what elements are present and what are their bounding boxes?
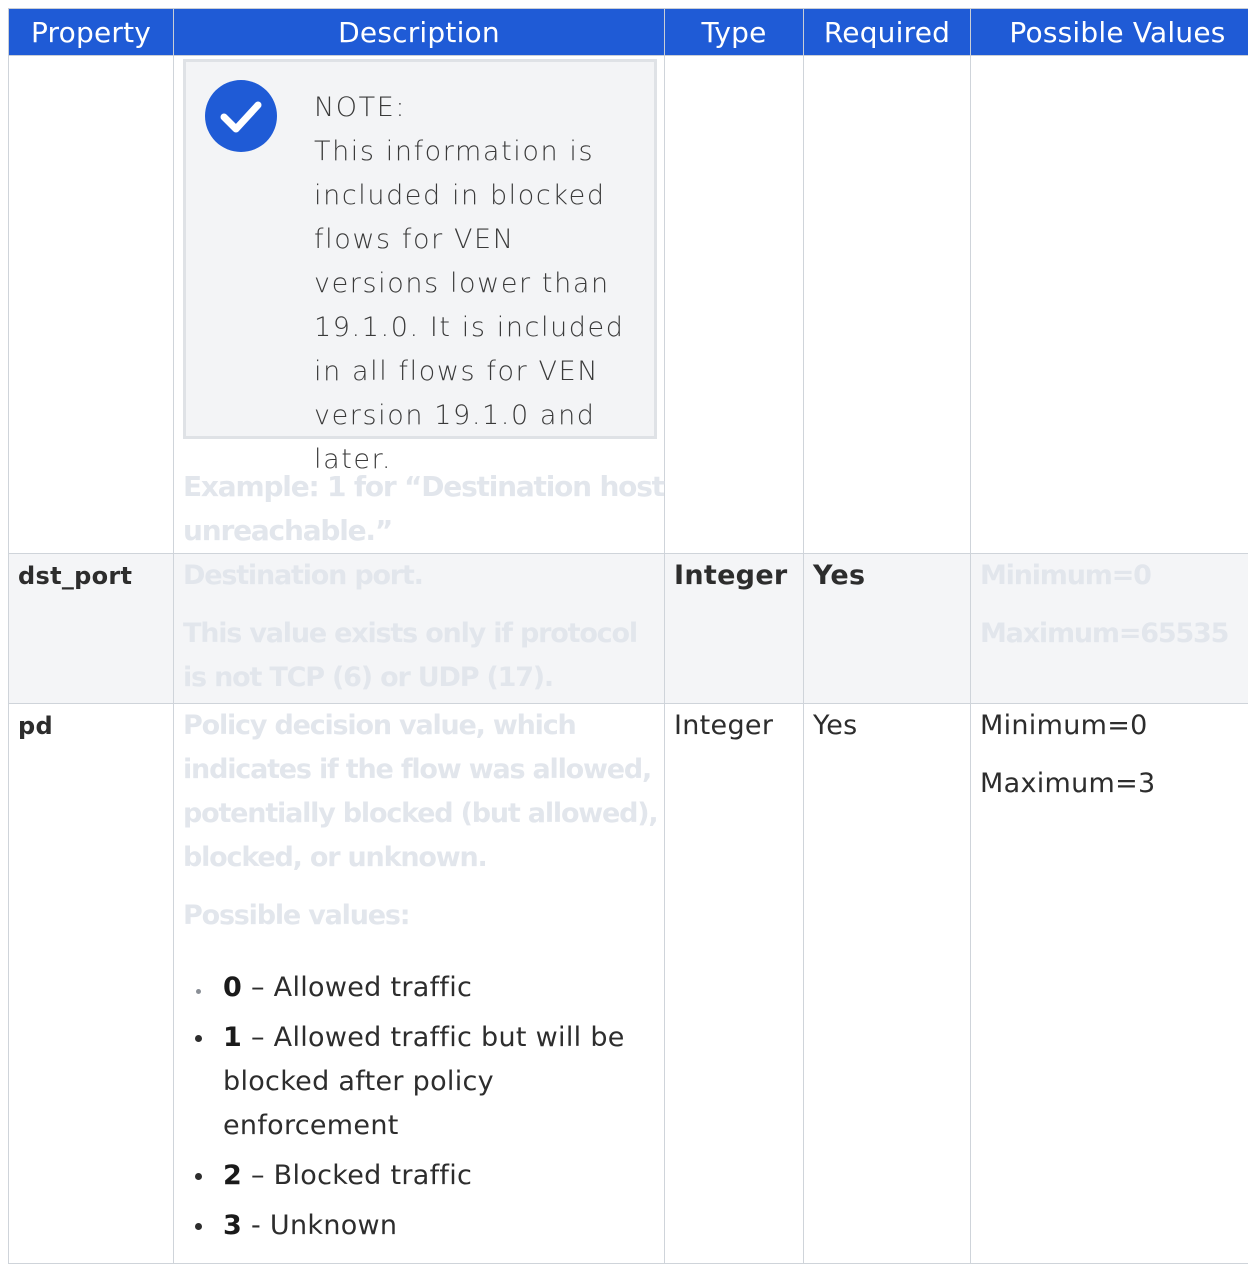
maximum-value: Maximum=3 [980, 762, 1248, 806]
bullet-icon [195, 1035, 202, 1042]
values-pd: Minimum=0 Maximum=3 [971, 704, 1248, 1264]
value-text: Unknown [270, 1210, 397, 1241]
bullet-icon [195, 1173, 202, 1180]
note-label: NOTE: [314, 86, 644, 130]
description-note: This value exists only if protocol is no… [183, 612, 664, 700]
description-dst-port: Destination port. This value exists only… [174, 554, 665, 704]
header-required: Required [804, 9, 971, 56]
required-dst-port: Yes [804, 554, 971, 704]
maximum-value: Maximum=65535 [980, 612, 1248, 656]
list-item: 2 – Blocked traffic [183, 1154, 664, 1198]
check-circle-icon [205, 80, 277, 152]
minimum-value: Minimum=0 [980, 704, 1248, 748]
value-code: 3 [223, 1210, 242, 1241]
value-separator: – [242, 1160, 274, 1191]
header-property: Property [9, 9, 174, 56]
header-possible-values: Possible Values [971, 9, 1248, 56]
properties-table: Property Description Type Required Possi… [8, 8, 1248, 1264]
cell-required [804, 56, 971, 554]
value-code: 2 [223, 1160, 242, 1191]
type-dst-port: Integer [665, 554, 804, 704]
table-row: dst_port Destination port. This value ex… [9, 554, 1248, 704]
header-type: Type [665, 9, 804, 56]
required-pd: Yes [804, 704, 971, 1264]
note-box: NOTE: This information is included in bl… [183, 59, 657, 439]
minimum-value: Minimum=0 [980, 554, 1248, 598]
bullet-icon [195, 1223, 202, 1230]
value-text: Blocked traffic [274, 1160, 472, 1191]
table-row: pd Policy decision value, which indicate… [9, 704, 1248, 1264]
value-separator: – [242, 972, 274, 1003]
description-pd: Policy decision value, which indicates i… [174, 704, 665, 1264]
values-dst-port: Minimum=0 Maximum=65535 [971, 554, 1248, 704]
cell-type [665, 56, 804, 554]
cell-description: NOTE: This information is included in bl… [174, 56, 665, 554]
note-body: This information is included in blocked … [314, 130, 644, 482]
value-code: 0 [223, 972, 242, 1003]
value-text: Allowed traffic [274, 972, 473, 1003]
value-separator: - [242, 1210, 270, 1241]
header-description: Description [174, 9, 665, 56]
type-pd: Integer [665, 704, 804, 1264]
list-item: 0 – Allowed traffic [183, 966, 664, 1010]
value-code: 1 [223, 1022, 242, 1053]
list-item: 3 - Unknown [183, 1204, 664, 1248]
description-possible-values-label: Possible values: [183, 894, 664, 938]
description-line: Destination port. [183, 554, 664, 598]
table-header-row: Property Description Type Required Possi… [9, 9, 1248, 56]
list-item: 1 – Allowed traffic but will be blocked … [183, 1016, 664, 1148]
value-text: Allowed traffic but will be blocked afte… [223, 1022, 625, 1141]
table-row: NOTE: This information is included in bl… [9, 56, 1248, 554]
value-separator: – [242, 1022, 274, 1053]
bullet-icon [196, 989, 201, 994]
property-pd: pd [9, 704, 174, 1264]
description-line: Policy decision value, which indicates i… [183, 704, 664, 880]
property-dst-port: dst_port [9, 554, 174, 704]
possible-values-list: 0 – Allowed traffic 1 – Allowed traffic … [183, 966, 664, 1248]
note-text: NOTE: This information is included in bl… [314, 86, 644, 482]
cell-possible-values [971, 56, 1248, 554]
cell-property [9, 56, 174, 554]
